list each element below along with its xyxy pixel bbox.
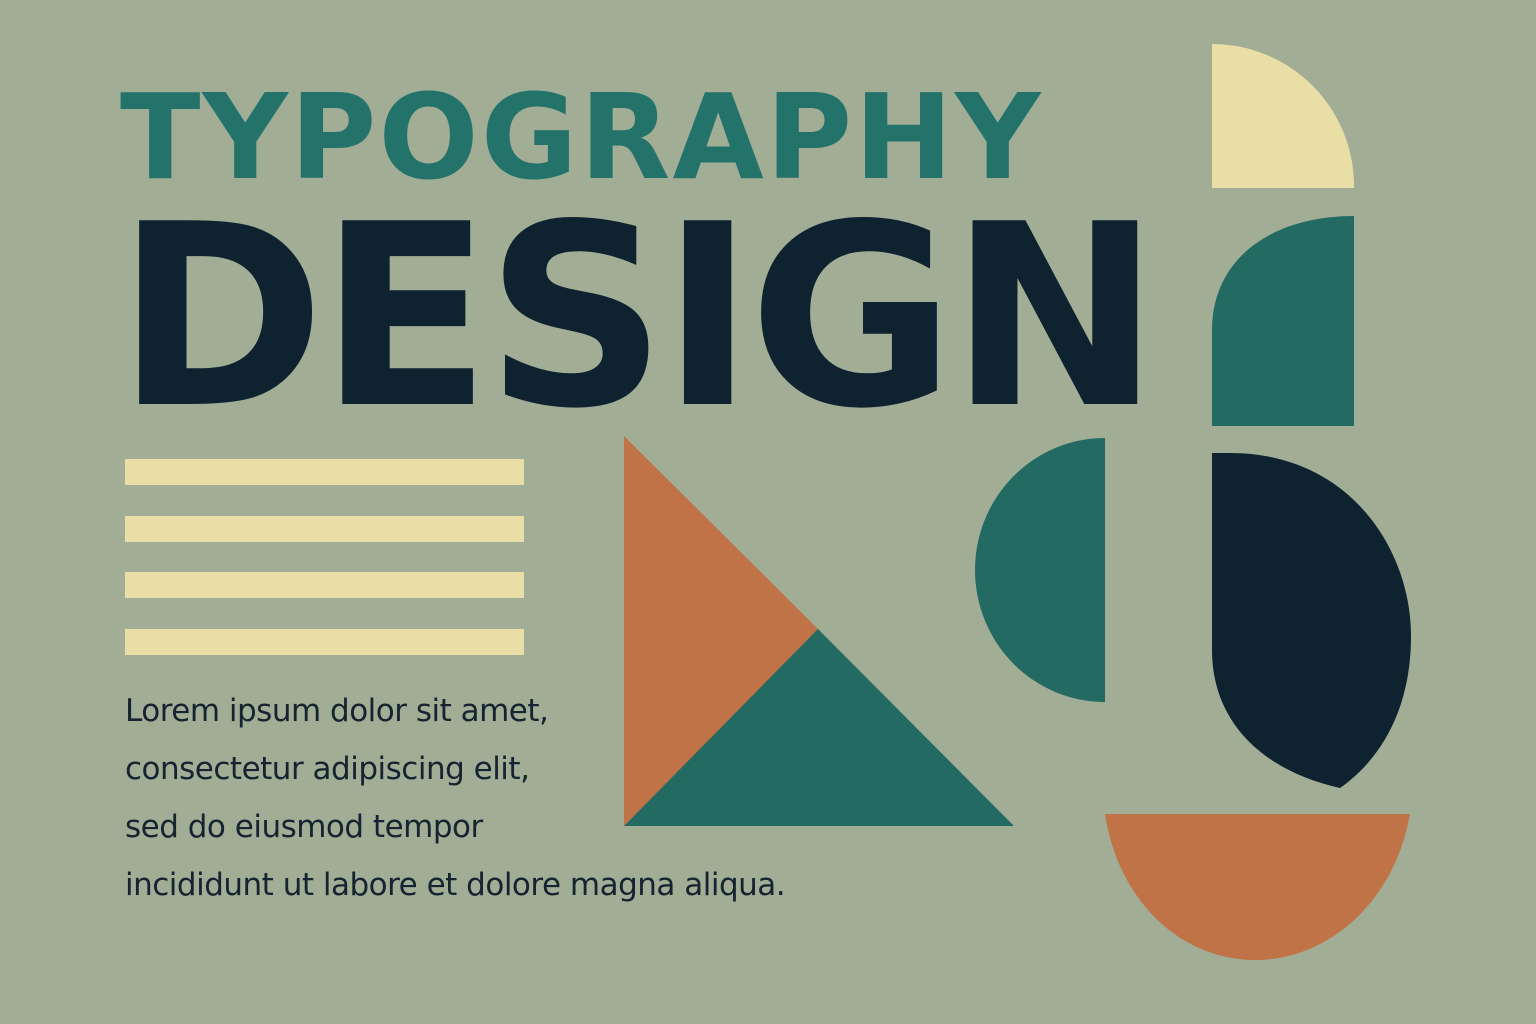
orange-half-circle <box>1105 814 1410 960</box>
teal-half-circle <box>975 438 1105 702</box>
navy-half-ellipse <box>1212 453 1411 788</box>
teal-leaf-shape <box>1212 216 1354 426</box>
typography-poster: TYPOGRAPHY DESIGN Lorem ipsum dolor sit … <box>0 0 1536 1024</box>
cream-quarter-circle <box>1212 44 1355 188</box>
geometric-shapes <box>624 44 1411 960</box>
